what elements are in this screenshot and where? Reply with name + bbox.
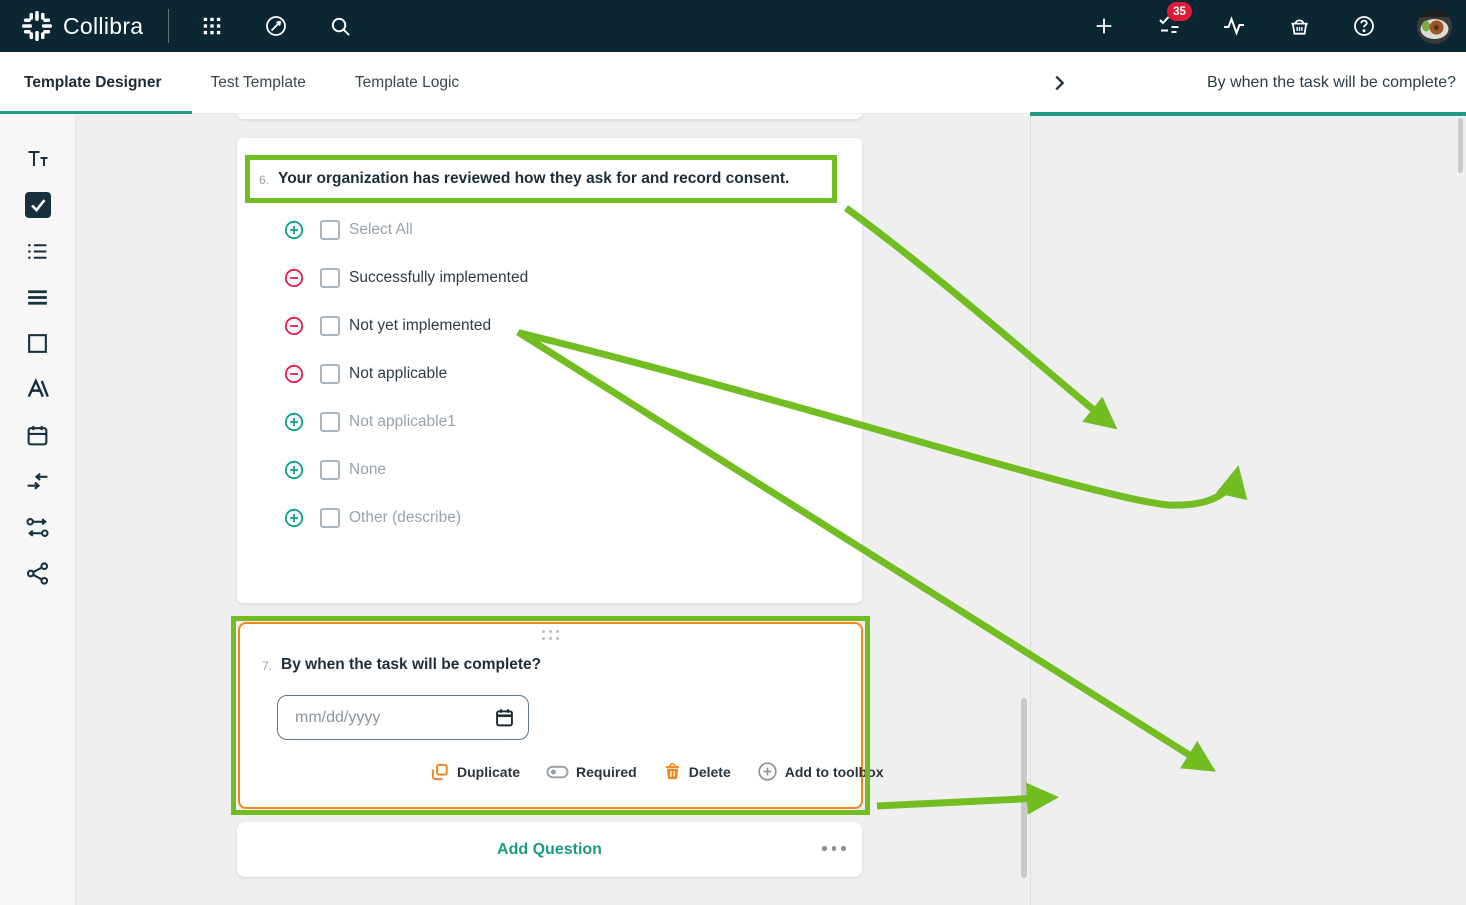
option-row: Not applicable xyxy=(284,350,844,398)
merge-arrows-icon[interactable] xyxy=(25,468,51,494)
tool-sidebar xyxy=(0,114,76,905)
trash-icon xyxy=(663,762,682,782)
question6-number: 6. xyxy=(259,173,269,187)
text-format-icon[interactable] xyxy=(25,146,51,172)
active-tab-underline xyxy=(0,111,192,114)
option-row: Other (describe) xyxy=(284,494,844,542)
brand-name: Collibra xyxy=(63,13,143,40)
remove-option-icon[interactable] xyxy=(284,268,304,288)
option-checkbox[interactable] xyxy=(320,412,340,432)
tab-test-template[interactable]: Test Template xyxy=(211,74,306,92)
template-designer-app: Collibra xyxy=(0,0,1466,905)
tab-template-designer[interactable]: Template Designer xyxy=(24,74,162,92)
option-row: None xyxy=(284,446,844,494)
question6-options: Select All Successfully implemented Not … xyxy=(284,206,844,542)
plus-icon[interactable] xyxy=(1092,14,1116,38)
search-icon[interactable] xyxy=(328,14,352,38)
option-label[interactable]: Successfully implemented xyxy=(349,269,528,287)
add-question-card: Add Question xyxy=(237,822,862,877)
rectangle-icon[interactable] xyxy=(25,330,51,356)
top-navbar: Collibra xyxy=(0,0,1466,52)
option-checkbox[interactable] xyxy=(320,268,340,288)
option-checkbox[interactable] xyxy=(320,508,340,528)
option-row: Not yet implemented xyxy=(284,302,844,350)
add-option-icon[interactable] xyxy=(284,508,304,528)
add-question-button[interactable]: Add Question xyxy=(497,841,602,859)
panel-title: By when the task will be complete? xyxy=(1207,74,1456,92)
option-checkbox[interactable] xyxy=(320,220,340,240)
tab-template-logic[interactable]: Template Logic xyxy=(355,74,459,92)
collibra-logo-icon[interactable] xyxy=(22,11,52,41)
circle-plus-icon xyxy=(757,761,778,782)
option-label[interactable]: Not applicable1 xyxy=(349,413,456,431)
required-toggle-button[interactable]: Required xyxy=(546,764,637,780)
bulleted-list-icon[interactable] xyxy=(25,238,51,264)
question6-title-highlight: 6. Your organization has reviewed how th… xyxy=(245,155,837,203)
date-input[interactable] xyxy=(277,695,529,740)
checkbox-selected-icon[interactable] xyxy=(25,192,51,218)
delete-button[interactable]: Delete xyxy=(663,762,731,782)
basket-icon[interactable] xyxy=(1287,14,1311,38)
duplicate-button[interactable]: Duplicate xyxy=(430,762,520,782)
question7-number: 7. xyxy=(262,659,272,673)
apps-grid-icon[interactable] xyxy=(200,14,224,38)
workflow-icon[interactable] xyxy=(25,514,51,540)
font-style-icon[interactable] xyxy=(25,376,51,402)
option-checkbox[interactable] xyxy=(320,460,340,480)
question7-title[interactable]: By when the task will be complete? xyxy=(281,656,541,674)
add-option-icon[interactable] xyxy=(284,220,304,240)
duplicate-icon xyxy=(430,762,450,782)
calendar-icon[interactable] xyxy=(25,422,51,448)
paragraph-icon[interactable] xyxy=(25,284,51,310)
remove-option-icon[interactable] xyxy=(284,316,304,336)
option-label[interactable]: Not yet implemented xyxy=(349,317,491,335)
navbar-divider xyxy=(168,9,169,43)
user-avatar[interactable] xyxy=(1417,9,1452,44)
option-label[interactable]: None xyxy=(349,461,386,479)
panel-header: By when the task will be complete? xyxy=(1030,52,1466,114)
add-option-icon[interactable] xyxy=(284,412,304,432)
option-row: Select All xyxy=(284,206,844,254)
tasks-icon[interactable]: 35 xyxy=(1157,14,1181,38)
option-row: Successfully implemented xyxy=(284,254,844,302)
navbar-right-icons: 35 xyxy=(1092,9,1452,44)
toggle-icon xyxy=(546,765,569,779)
activity-icon[interactable] xyxy=(1222,14,1246,38)
option-row: Not applicable1 xyxy=(284,398,844,446)
collapse-panel-icon[interactable] xyxy=(1048,72,1070,94)
panel-scrollbar[interactable] xyxy=(1458,118,1463,173)
main-scrollbar[interactable] xyxy=(1021,698,1027,878)
option-checkbox[interactable] xyxy=(320,316,340,336)
more-options-icon[interactable] xyxy=(822,846,846,851)
option-label[interactable]: Select All xyxy=(349,221,413,239)
share-icon[interactable] xyxy=(25,560,51,586)
compass-icon[interactable] xyxy=(264,14,288,38)
question7-title-row: 7. By when the task will be complete? xyxy=(262,656,541,674)
add-option-icon[interactable] xyxy=(284,460,304,480)
drag-handle-icon[interactable] xyxy=(542,630,560,641)
help-icon[interactable] xyxy=(1352,14,1376,38)
option-label[interactable]: Other (describe) xyxy=(349,509,461,527)
tab-bar: Template Designer Test Template Template… xyxy=(0,52,1030,114)
question6-text[interactable]: Your organization has reviewed how they … xyxy=(278,170,789,188)
question7-actions: Duplicate Required Delete xyxy=(430,761,884,782)
focused-field-top-border xyxy=(1030,112,1466,116)
properties-panel xyxy=(1030,52,1466,905)
add-to-toolbox-button[interactable]: Add to toolbox xyxy=(757,761,884,782)
option-label[interactable]: Not applicable xyxy=(349,365,447,383)
tasks-badge: 35 xyxy=(1167,2,1192,21)
remove-option-icon[interactable] xyxy=(284,364,304,384)
option-checkbox[interactable] xyxy=(320,364,340,384)
